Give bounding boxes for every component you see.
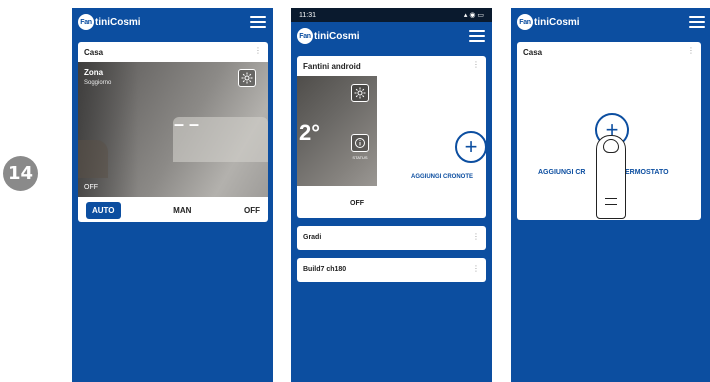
zone-name: Zona: [84, 68, 104, 77]
gear-icon[interactable]: [351, 84, 369, 102]
logo-text: tiniCosmi: [314, 30, 360, 42]
zone-tile[interactable]: Zona Soggiorno – – OFF: [78, 62, 268, 197]
zone-temperature: – –: [174, 114, 200, 134]
brand-logo: Fan tiniCosmi: [517, 14, 580, 30]
brand-logo: Fan tiniCosmi: [297, 28, 360, 44]
hamburger-menu-icon[interactable]: [689, 16, 705, 28]
zone-state: OFF: [84, 184, 98, 191]
location-row-label: Gradi: [303, 234, 322, 241]
logo-mark: Fan: [297, 28, 313, 44]
logo-mark: Fan: [517, 14, 533, 30]
step-number-badge: 14: [3, 156, 38, 191]
location-row-label: Build7 ch180: [303, 266, 347, 273]
location-card: Casa ⋮ Zona Soggiorno – – OFF AUTO MAN O…: [78, 42, 268, 222]
mode-man-button[interactable]: MAN: [173, 206, 191, 215]
temperature-fragment: 2°: [299, 120, 321, 145]
brand-logo: Fan tiniCosmi: [78, 14, 141, 30]
zone-room: Soggiorno: [84, 80, 112, 86]
finger-tap-icon: [596, 135, 626, 219]
location-title: Casa: [523, 48, 543, 57]
hamburger-menu-icon[interactable]: [250, 16, 266, 28]
logo-text: tiniCosmi: [95, 16, 141, 28]
location-title: Fantini android: [303, 62, 361, 71]
more-options-icon[interactable]: ⋮: [254, 47, 262, 55]
state-off-label: OFF: [350, 200, 364, 207]
add-icon[interactable]: +: [455, 131, 486, 163]
status-label: STATUS: [352, 155, 368, 160]
app-header: Fan tiniCosmi: [291, 22, 492, 50]
logo-text: tiniCosmi: [534, 16, 580, 28]
location-card: Fantini android ⋮ 2° STATUS OFF + AGGIUN…: [297, 56, 486, 218]
location-row[interactable]: Gradi ⋮: [297, 226, 486, 250]
mode-auto-button[interactable]: AUTO: [86, 201, 121, 219]
more-options-icon[interactable]: ⋮: [472, 61, 480, 69]
phone-screen-2: 11:31 ▴ ◉ ▭ Fan tiniCosmi Fantini androi…: [291, 8, 492, 382]
app-header: Fan tiniCosmi: [511, 8, 710, 36]
gear-icon[interactable]: [238, 69, 256, 87]
location-row[interactable]: Build7 ch180 ⋮: [297, 258, 486, 282]
more-options-icon[interactable]: ⋮: [687, 47, 695, 55]
add-thermostat-label[interactable]: AGGIUNGI CRONOTE: [411, 174, 473, 180]
hamburger-menu-icon[interactable]: [469, 30, 485, 42]
info-icon[interactable]: [351, 134, 369, 152]
mode-off-button[interactable]: OFF: [244, 206, 260, 215]
app-header: Fan tiniCosmi: [72, 8, 273, 36]
thermostat-tile[interactable]: 2° STATUS: [297, 76, 377, 186]
more-options-icon[interactable]: ⋮: [472, 233, 480, 241]
mode-selector: AUTO MAN OFF: [78, 198, 268, 222]
more-options-icon[interactable]: ⋮: [472, 265, 480, 273]
phone-screen-3: Fan tiniCosmi Casa ⋮ + AGGIUNGI CR ERMOS…: [511, 8, 710, 382]
location-title: Casa: [84, 48, 104, 57]
status-icons: ▴ ◉ ▭: [463, 12, 484, 19]
add-thermostat-label-right[interactable]: ERMOSTATO: [625, 169, 669, 176]
phone-screen-1: Fan tiniCosmi Casa ⋮ Zona Soggiorno – – …: [72, 8, 273, 382]
add-thermostat-label-left[interactable]: AGGIUNGI CR: [538, 169, 585, 176]
status-bar: 11:31 ▴ ◉ ▭: [291, 8, 492, 22]
status-time: 11:31: [299, 11, 316, 19]
logo-mark: Fan: [78, 14, 94, 30]
